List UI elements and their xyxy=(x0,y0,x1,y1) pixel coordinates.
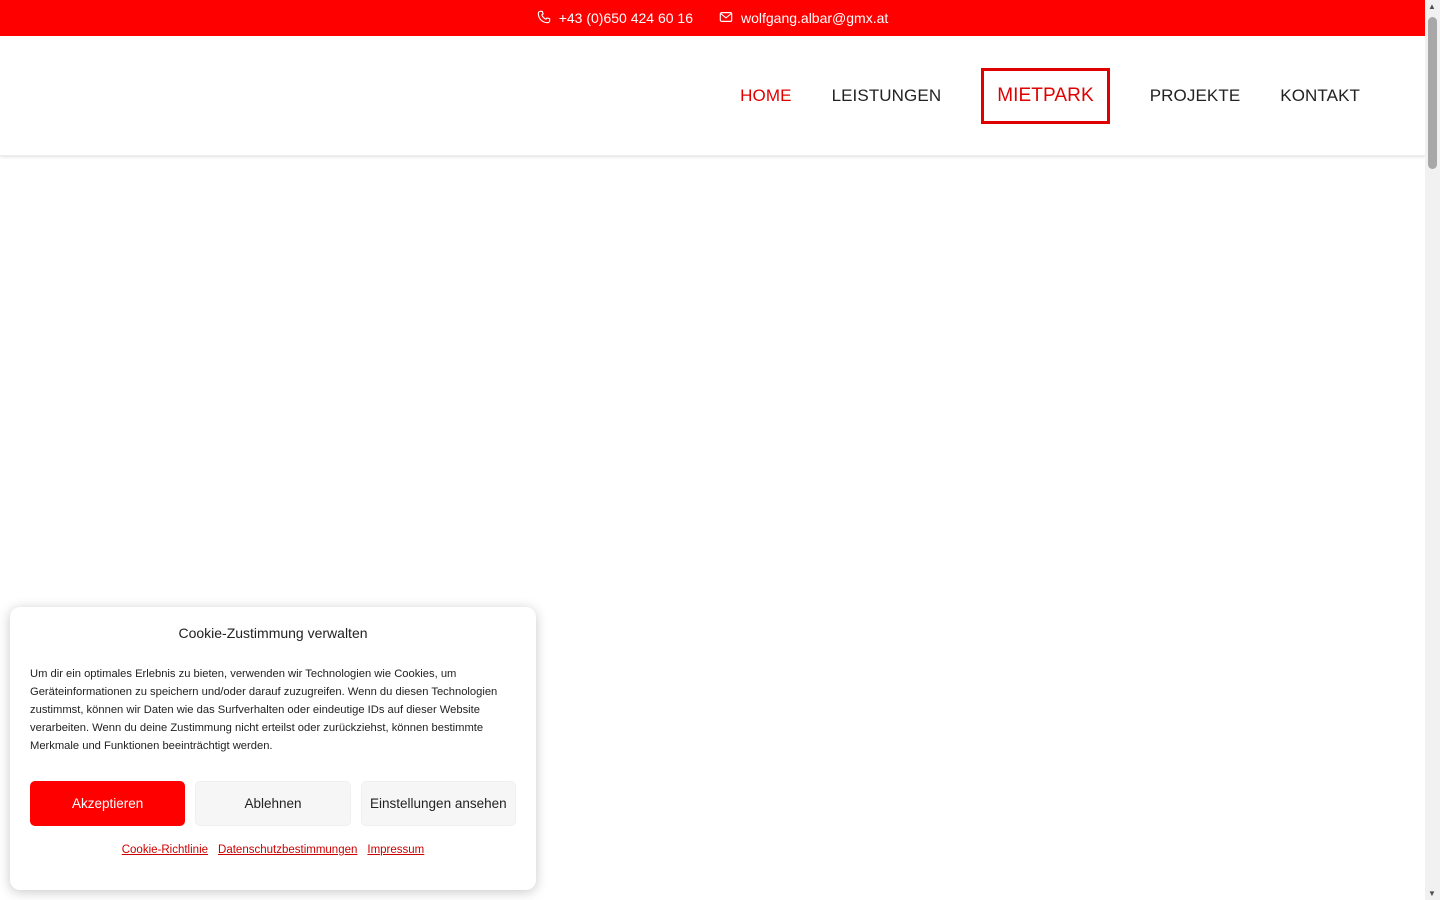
accept-button[interactable]: Akzeptieren xyxy=(30,781,186,826)
cookie-consent-dialog: Cookie-Zustimmung verwalten Um dir ein o… xyxy=(10,607,536,890)
main-navigation: HOME LEISTUNGEN MIETPARK PROJEKTE KONTAK… xyxy=(700,36,1360,156)
phone-contact[interactable]: +43 (0)650 424 60 16 xyxy=(537,10,693,27)
cookie-button-row: Akzeptieren Ablehnen Einstellungen anseh… xyxy=(30,781,516,826)
nav-projekte[interactable]: PROJEKTE xyxy=(1150,86,1241,106)
view-settings-button[interactable]: Einstellungen ansehen xyxy=(360,781,516,826)
email-address[interactable]: wolfgang.albar@gmx.at xyxy=(741,10,888,26)
nav-leistungen[interactable]: LEISTUNGEN xyxy=(832,86,942,106)
cookie-dialog-text: Um dir ein optimales Erlebnis zu bieten,… xyxy=(30,668,498,752)
scroll-up-icon[interactable]: ▲ xyxy=(1428,2,1436,11)
deny-button[interactable]: Ablehnen xyxy=(195,781,351,826)
cookie-links: Cookie-Richtlinie Datenschutzbestimmunge… xyxy=(30,844,516,856)
phone-icon xyxy=(537,10,551,27)
privacy-policy-link[interactable]: Datenschutzbestimmungen xyxy=(218,844,357,856)
envelope-icon xyxy=(719,10,733,27)
nav-kontakt[interactable]: KONTAKT xyxy=(1280,86,1360,106)
phone-number[interactable]: +43 (0)650 424 60 16 xyxy=(559,10,693,26)
scrollbar-thumb[interactable] xyxy=(1428,17,1437,169)
top-contact-bar: +43 (0)650 424 60 16 wolfgang.albar@gmx.… xyxy=(0,0,1425,36)
nav-home[interactable]: HOME xyxy=(740,86,791,106)
cookie-policy-link[interactable]: Cookie-Richtlinie xyxy=(122,844,208,856)
imprint-link[interactable]: Impressum xyxy=(367,844,424,856)
site-header: HOME LEISTUNGEN MIETPARK PROJEKTE KONTAK… xyxy=(0,36,1425,156)
scroll-down-icon[interactable]: ▼ xyxy=(1428,889,1436,898)
page-scrollbar[interactable]: ▲ ▼ xyxy=(1425,0,1440,900)
email-contact[interactable]: wolfgang.albar@gmx.at xyxy=(719,10,888,27)
nav-mietpark[interactable]: MIETPARK xyxy=(981,68,1110,124)
cookie-dialog-title: Cookie-Zustimmung verwalten xyxy=(178,625,368,641)
